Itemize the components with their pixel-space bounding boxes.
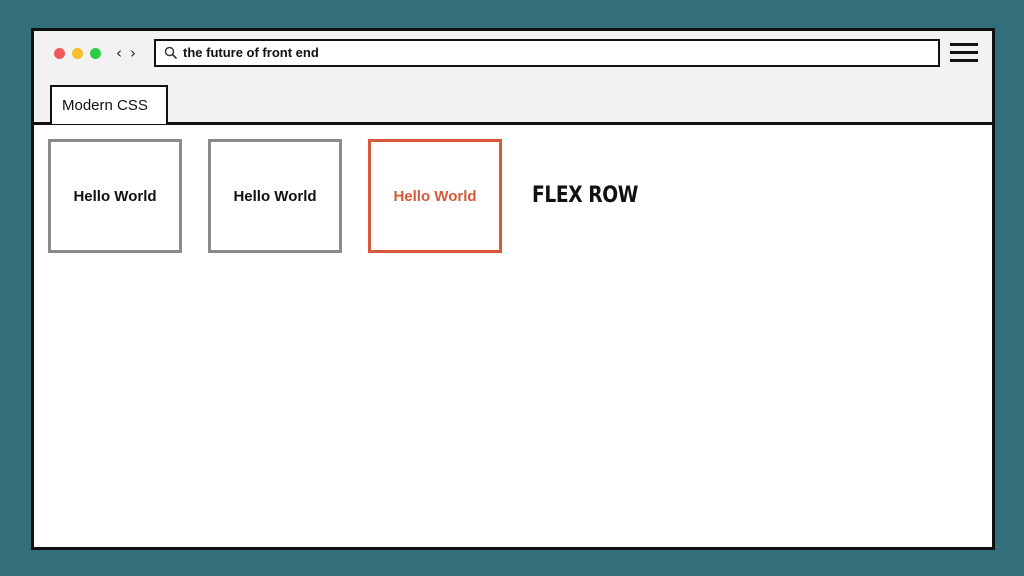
chevron-right-icon[interactable]: › [130,44,136,62]
flex-item-box-1: Hello World [48,139,182,253]
maximize-window-button[interactable] [90,48,101,59]
search-icon [164,46,178,60]
tab-label: Modern CSS [62,97,148,114]
flex-row-heading: FLEX ROW [532,183,638,208]
page-content: Hello World Hello World Hello World FLEX… [34,125,992,547]
close-window-button[interactable] [54,48,65,59]
browser-chrome: ‹ › the future of front end Modern CSS [34,31,992,125]
browser-window: ‹ › the future of front end Modern CSS H… [31,28,995,550]
box-label: Hello World [233,187,317,205]
address-bar[interactable]: the future of front end [154,39,940,67]
box-label: Hello World [393,187,477,205]
address-text: the future of front end [183,45,319,60]
flex-item-box-3-highlighted: Hello World [368,139,502,253]
minimize-window-button[interactable] [72,48,83,59]
hamburger-menu-icon[interactable] [950,43,978,65]
chevron-left-icon[interactable]: ‹ [116,44,122,62]
box-label: Hello World [73,187,157,205]
flex-item-box-2: Hello World [208,139,342,253]
tab-modern-css[interactable]: Modern CSS [50,85,168,124]
